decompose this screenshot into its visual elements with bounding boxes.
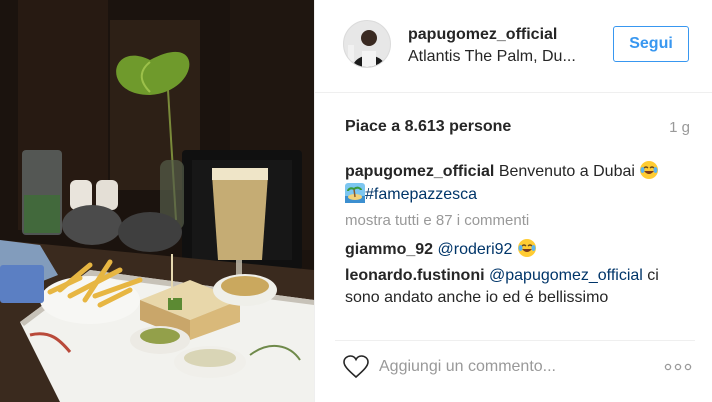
comment-username[interactable]: leonardo.fustinoni <box>345 267 485 284</box>
post-time[interactable]: 1 g <box>669 119 690 136</box>
heart-icon[interactable] <box>343 355 369 379</box>
header-username[interactable]: papugomez_official <box>408 26 557 44</box>
view-all-comments-link[interactable]: mostra tutti e 87 i commenti <box>345 210 691 232</box>
caption-hashtag[interactable]: #famepazzesca <box>365 186 477 203</box>
caption-text: Benvenuto a Dubai <box>498 163 635 180</box>
comment-mention[interactable]: @roderi92 <box>438 241 513 258</box>
avatar-image <box>344 21 390 67</box>
add-comment-input[interactable] <box>379 353 649 381</box>
comment-item: leonardo.fustinoni @papugomez_official c… <box>345 265 691 309</box>
follow-button[interactable]: Segui <box>613 26 689 62</box>
comments-section: papugomez_official Benvenuto a Dubai #fa… <box>345 160 691 313</box>
post-details-panel: papugomez_official Atlantis The Palm, Du… <box>314 0 712 402</box>
avatar[interactable] <box>343 20 391 68</box>
caption: papugomez_official Benvenuto a Dubai #fa… <box>345 160 691 206</box>
add-comment-bar <box>335 340 695 392</box>
instagram-post: papugomez_official Atlantis The Palm, Du… <box>0 0 712 402</box>
comment-item: giammo_92 @roderi92 <box>345 238 691 261</box>
location-link[interactable]: Atlantis The Palm, Du... <box>408 48 598 66</box>
comment-mention[interactable]: @papugomez_official <box>489 267 643 284</box>
tears-of-joy-emoji-icon <box>640 161 659 179</box>
comment-username[interactable]: giammo_92 <box>345 241 433 258</box>
tears-of-joy-emoji-icon <box>517 239 536 257</box>
post-header: papugomez_official Atlantis The Palm, Du… <box>315 0 712 93</box>
post-photo[interactable] <box>0 0 314 402</box>
caption-username[interactable]: papugomez_official <box>345 163 494 180</box>
more-options-icon[interactable] <box>663 357 693 377</box>
food-photo-illustration <box>0 0 314 402</box>
likes-count[interactable]: Piace a 8.613 persone <box>345 118 511 136</box>
desert-island-emoji-icon <box>345 183 365 203</box>
